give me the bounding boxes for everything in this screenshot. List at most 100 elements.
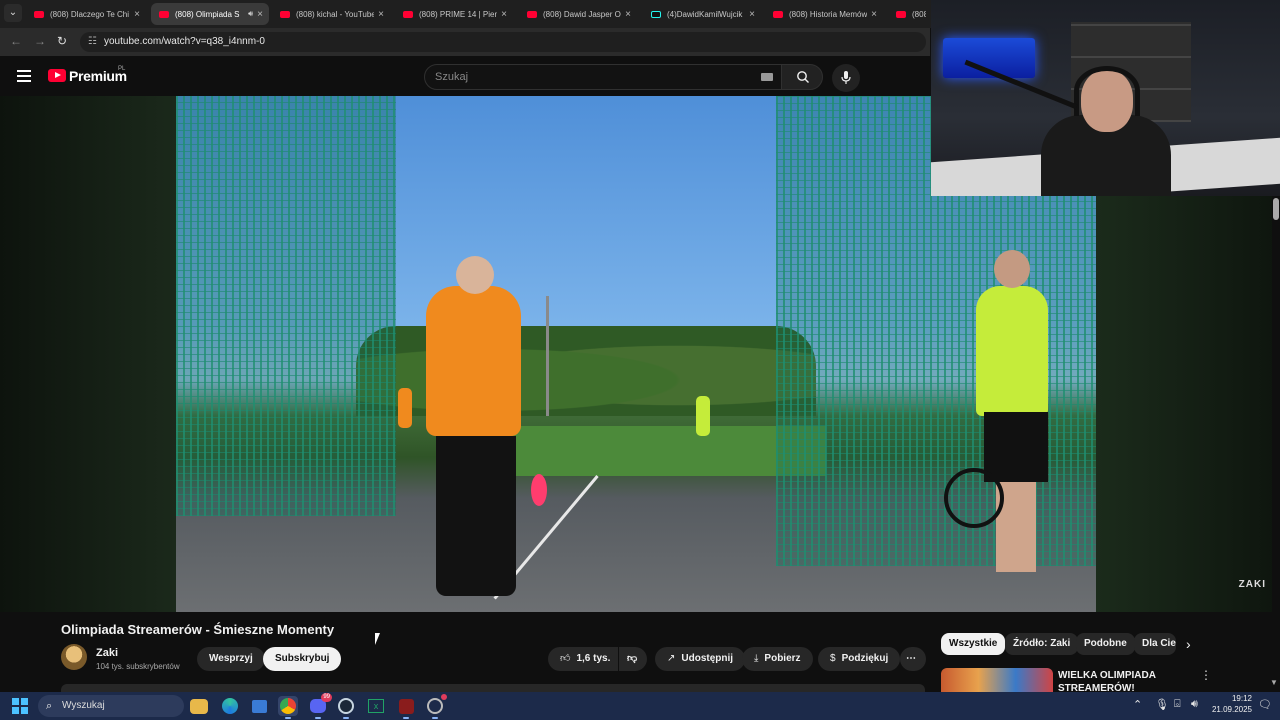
notifications-icon[interactable]: 🗨︎ xyxy=(1258,698,1272,711)
chip-related[interactable]: Podobne xyxy=(1076,633,1135,655)
chevron-right-icon[interactable]: › xyxy=(1186,636,1191,652)
mouse-cursor xyxy=(375,633,385,645)
site-settings-icon[interactable]: ☷ xyxy=(88,32,97,52)
tab-search-dropdown[interactable]: ⌄ xyxy=(4,4,22,22)
recommendation-thumbnail[interactable] xyxy=(941,668,1053,692)
close-tab-icon[interactable]: × xyxy=(378,9,384,20)
youtube-favicon-icon xyxy=(403,10,413,18)
reload-button[interactable]: ↻ xyxy=(57,34,67,48)
floodlight-tower xyxy=(546,296,549,416)
menu-icon[interactable] xyxy=(17,70,31,85)
support-button[interactable]: Wesprzyj xyxy=(197,647,265,671)
file-explorer-icon[interactable] xyxy=(190,699,208,714)
close-tab-icon[interactable]: × xyxy=(749,9,755,20)
browser-tab[interactable]: (808) Dawid Jasper O × xyxy=(519,3,637,25)
browser-tab[interactable]: (808) kichal - YouTube × xyxy=(272,3,390,25)
youtube-masthead: Premium PL Szukaj xyxy=(0,56,930,96)
discord-icon[interactable]: 99 xyxy=(308,693,332,719)
youtube-logo-icon[interactable] xyxy=(48,69,66,82)
download-button[interactable]: ⤓ Pobierz xyxy=(742,647,813,671)
chip-for-you[interactable]: Dla Cie xyxy=(1134,633,1176,655)
search-icon xyxy=(797,71,809,83)
volume-tray-icon[interactable]: 🔊︎ xyxy=(1191,698,1198,711)
measuring-wheel xyxy=(944,468,1004,528)
browser-tab[interactable]: (808) PRIME 14 | Pien × xyxy=(395,3,513,25)
search-input[interactable]: Szukaj xyxy=(424,64,782,90)
tab-title: (808) PRIME 14 | Pien xyxy=(419,9,498,19)
network-tray-icon[interactable]: ⌺ xyxy=(1174,698,1181,711)
video-info-section: Olimpiada Streamerów - Śmieszne Momenty … xyxy=(0,612,1280,692)
thrower-orange-shirt xyxy=(426,256,521,596)
share-button[interactable]: ↗ Udostępnij xyxy=(655,647,746,671)
thanks-button[interactable]: $ Podziękuj xyxy=(818,647,901,671)
clock-date[interactable]: 21.09.2025 xyxy=(1210,705,1252,714)
recommendation-title[interactable]: WIELKA OLIMPIADA STREAMERÓW! xyxy=(1058,669,1178,692)
like-button[interactable]: 👍︎ 1,6 tys. xyxy=(548,647,618,671)
chip-all[interactable]: Wszystkie xyxy=(941,633,1006,655)
search-placeholder: Szukaj xyxy=(435,71,469,83)
channel-name[interactable]: Zaki xyxy=(96,647,118,659)
close-tab-icon[interactable]: × xyxy=(134,9,140,20)
dislike-button[interactable]: 👎︎ xyxy=(619,647,647,671)
more-vertical-icon[interactable]: ⋮ xyxy=(1200,668,1212,682)
browser-tab[interactable]: (808) Historia Memów × xyxy=(765,3,883,25)
channel-avatar[interactable] xyxy=(61,644,87,670)
game-app-icon[interactable] xyxy=(396,696,416,719)
judge-lime-shirt xyxy=(976,250,1048,572)
thumbs-down-icon: 👎︎ xyxy=(627,653,638,664)
chip-source[interactable]: Źródło: Zaki xyxy=(1005,633,1079,655)
discord-badge: 99 xyxy=(321,693,332,702)
arrow-right-icon: → xyxy=(34,34,46,48)
microsoft-store-icon[interactable] xyxy=(249,696,269,716)
edge-icon[interactable] xyxy=(220,696,240,716)
steam-icon[interactable] xyxy=(336,696,356,719)
url-input[interactable]: ☷ youtube.com/watch?v=q38_i4nnm-0 xyxy=(80,32,926,52)
voice-search-button[interactable] xyxy=(832,64,860,92)
download-label: Pobierz xyxy=(764,653,801,664)
forward-button[interactable]: → xyxy=(34,34,46,48)
share-icon: ↗ xyxy=(667,653,676,664)
scrollbar-thumb[interactable] xyxy=(1273,198,1279,220)
like-count: 1,6 tys. xyxy=(576,653,611,664)
tab-audio-icon[interactable]: 🔊︎ xyxy=(248,9,253,19)
taskbar-search-input[interactable]: ⌕ Wyszukaj xyxy=(38,695,184,717)
excel-icon[interactable]: x xyxy=(366,696,386,716)
athlete-far xyxy=(696,396,710,436)
close-tab-icon[interactable]: × xyxy=(501,9,507,20)
ambient-left xyxy=(0,96,176,612)
youtube-favicon-icon xyxy=(34,10,44,18)
subscribe-button[interactable]: Subskrybuj xyxy=(263,647,342,671)
browser-tab[interactable]: (808) xyxy=(888,3,932,25)
keyboard-icon[interactable] xyxy=(761,73,773,81)
chrome-profile-icon[interactable] xyxy=(425,694,447,719)
reload-icon: ↻ xyxy=(57,34,68,48)
show-hidden-icons-chevron-up-icon[interactable]: ⌃ xyxy=(1133,698,1142,711)
windows-taskbar: ⌕ Wyszukaj 99 x ⌃ 🎙︎ ⌺ 🔊︎ 19:12 21.09.20… xyxy=(0,692,1280,720)
chrome-icon[interactable] xyxy=(278,696,298,719)
scroll-down-arrow-icon[interactable]: ▼ xyxy=(1270,678,1278,687)
share-label: Udostępnij xyxy=(681,653,734,664)
tab-title: (808) Dawid Jasper O xyxy=(543,9,621,19)
close-tab-icon[interactable]: × xyxy=(871,9,877,20)
more-actions-button[interactable]: ⋯ xyxy=(900,647,926,671)
browser-tab[interactable]: (4)DawidKamilWujcik × xyxy=(643,3,761,25)
back-button[interactable]: ← xyxy=(10,34,22,48)
youtube-favicon-icon xyxy=(896,10,906,18)
search-button[interactable] xyxy=(781,64,823,90)
browser-tab[interactable]: (808) Olimpiada S 🔊︎ × xyxy=(151,3,269,25)
thanks-label: Podziękuj xyxy=(841,653,889,664)
tiktok-favicon-icon xyxy=(651,10,661,18)
start-button[interactable] xyxy=(12,698,28,714)
webcam-overlay xyxy=(931,0,1280,196)
address-bar: ← → ↻ ☷ youtube.com/watch?v=q38_i4nnm-0 xyxy=(0,28,930,56)
close-tab-icon[interactable]: × xyxy=(625,9,631,20)
close-tab-icon[interactable]: × xyxy=(257,9,263,20)
youtube-favicon-icon xyxy=(159,10,169,18)
logo-region: PL xyxy=(118,66,126,72)
arrow-left-icon: ← xyxy=(10,34,22,48)
page-scrollbar[interactable] xyxy=(1272,196,1280,692)
url-text: youtube.com/watch?v=q38_i4nnm-0 xyxy=(104,36,265,47)
microphone-tray-icon[interactable]: 🎙︎ xyxy=(1155,698,1169,711)
browser-tab[interactable]: (808) Dlaczego Te Chi × xyxy=(26,3,146,25)
clock-time[interactable]: 19:12 xyxy=(1224,694,1252,703)
